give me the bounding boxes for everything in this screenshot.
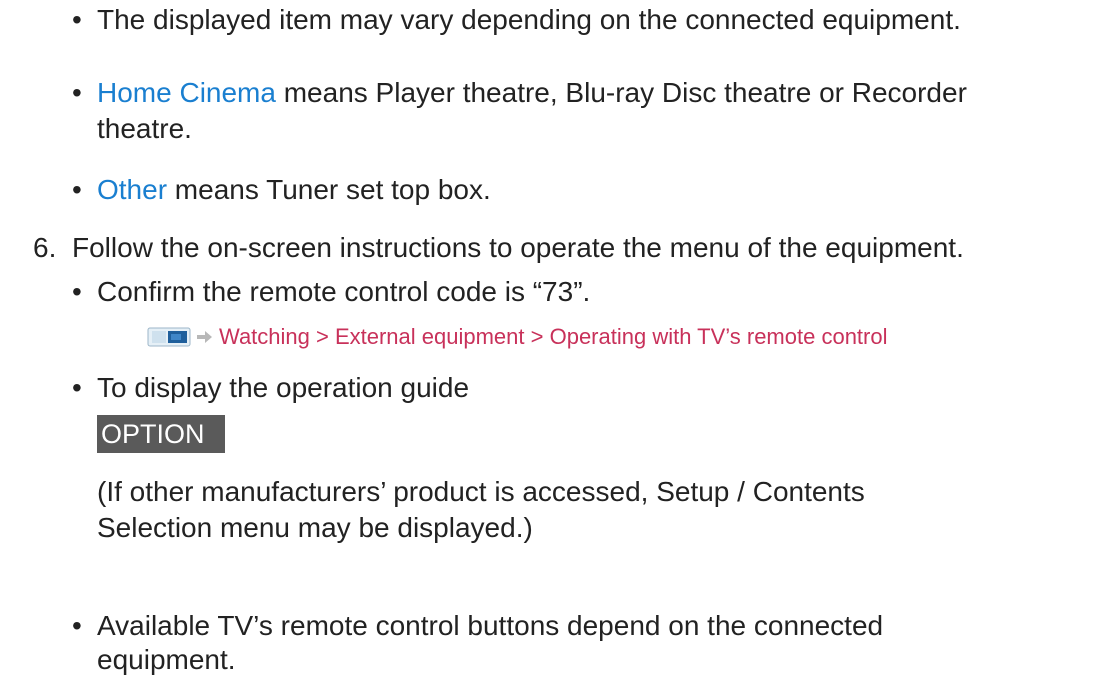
term-home-cinema: Home Cinema [97,77,276,108]
note-line-2: Selection menu may be displayed.) [97,512,533,543]
sub-bullet-text-3-cont: equipment. [97,644,236,675]
bullet-text-1: The displayed item may vary depending on… [97,4,961,35]
bullet-text-2-cont: theatre. [97,113,192,144]
tv-reference-icon [147,326,191,348]
bullet-marker: • [72,4,82,35]
bullet-text-2: Home Cinema means Player theatre, Blu-ra… [97,75,967,111]
note-line-1: (If other manufacturers’ product is acce… [97,476,865,507]
bullet-marker: • [72,372,82,403]
term-other: Other [97,174,168,205]
bullet-text-2-rest: means Player theatre, Blu-ray Disc theat… [275,77,967,108]
bullet-marker: • [72,276,82,307]
sub-bullet-text-1: Confirm the remote control code is “73”. [97,276,591,307]
sub-bullet-text-3: Available TV’s remote control buttons de… [97,610,884,641]
arrow-right-icon [197,330,213,344]
bullet-marker: • [72,610,82,641]
step-number: 6. [33,232,57,263]
step-text: Follow the on-screen instructions to ope… [72,232,964,263]
bullet-text-3: Other means Tuner set top box. [97,172,491,208]
bullet-text-3-rest: means Tuner set top box. [167,174,491,205]
bullet-marker: • [72,77,82,108]
bullet-marker: • [72,174,82,205]
option-key-label: OPTION [97,415,225,453]
manual-page: • The displayed item may vary depending … [0,0,1099,676]
reference-link[interactable]: Watching > External equipment > Operatin… [147,324,888,350]
sub-bullet-text-2: To display the operation guide [97,372,470,403]
reference-link-text[interactable]: Watching > External equipment > Operatin… [219,324,888,350]
